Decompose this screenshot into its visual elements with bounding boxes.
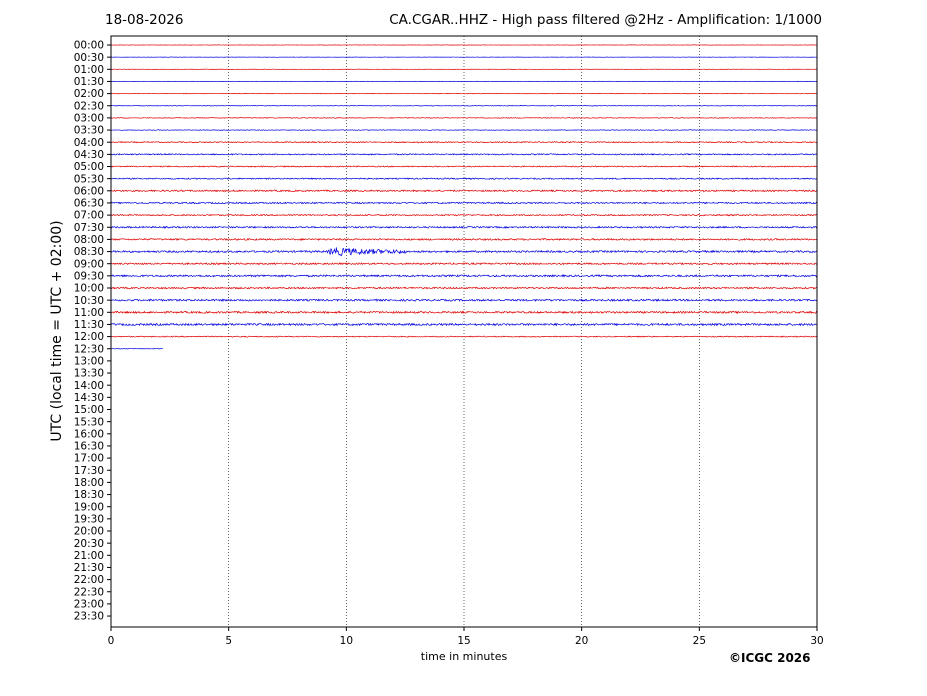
- y-tick-label: 14:00: [74, 380, 104, 392]
- y-tick-label: 04:00: [74, 137, 104, 149]
- y-tick-label: 03:30: [74, 125, 104, 137]
- trace-row-0700: [110, 213, 818, 217]
- y-tick-label: 08:00: [74, 234, 104, 246]
- y-tick-label: 22:30: [74, 586, 104, 598]
- y-tick-label: 09:30: [74, 270, 104, 282]
- y-tick-label: 11:30: [74, 319, 104, 331]
- y-tick-label: 14:30: [74, 392, 104, 404]
- y-tick-label: 06:30: [74, 198, 104, 210]
- y-tick-label: 01:30: [74, 76, 104, 88]
- trace-row-0200: [110, 92, 817, 95]
- trace-row-0430: [110, 153, 818, 156]
- y-tick-label: 15:00: [74, 404, 104, 416]
- trace-row-0600: [110, 189, 818, 193]
- seismogram-chart: 0 5 10 15 20 25 30 00:0000:3001:0001:3002:0002:…: [74, 35, 824, 647]
- trace-row-0730: [110, 225, 818, 229]
- x-tick-label: 10: [340, 635, 353, 647]
- y-tick-label: 03:00: [74, 113, 104, 125]
- y-tick-label: 19:00: [74, 501, 104, 513]
- y-tick-label: 12:30: [74, 343, 104, 355]
- y-tick-label: 10:30: [74, 295, 104, 307]
- trace-row-0830: [110, 247, 818, 257]
- y-tick-label: 05:00: [74, 161, 104, 173]
- y-tick-label: 20:30: [74, 538, 104, 550]
- trace-row-0400: [110, 140, 818, 144]
- trace-row-0630: [110, 201, 818, 205]
- y-tick-label: 18:30: [74, 489, 104, 501]
- trace-row-0530: [110, 177, 818, 180]
- y-tick-label: 11:00: [74, 307, 104, 319]
- y-tick-label: 15:30: [74, 416, 104, 428]
- grid-layer: [228, 36, 700, 627]
- y-tick-label: 09:00: [74, 258, 104, 270]
- y-tick-label: 20:00: [74, 526, 104, 538]
- x-tick-label: 5: [225, 635, 232, 647]
- y-tick-label: 23:30: [74, 611, 104, 623]
- trace-row-0300: [110, 117, 818, 119]
- y-tick-label: 17:00: [74, 453, 104, 465]
- y-tick-label: 08:30: [74, 246, 104, 258]
- y-tick-label: 23:00: [74, 599, 104, 611]
- plot-frame: [110, 35, 818, 628]
- y-tick-label: 21:00: [74, 550, 104, 562]
- y-tick-label: 21:30: [74, 562, 104, 574]
- y-tick-label: 01:00: [74, 64, 104, 76]
- axis-layer: 0 5 10 15 20 25 30 00:0000:3001:0001:3002:0002:…: [74, 40, 824, 647]
- x-tick-label: 25: [693, 635, 706, 647]
- y-tick-label: 04:30: [74, 149, 104, 161]
- y-tick-label: 22:00: [74, 574, 104, 586]
- trace-row-0800: [110, 237, 818, 242]
- trace-row-0230: [110, 105, 818, 107]
- y-tick-label: 02:00: [74, 88, 104, 100]
- trace-row-1130: [110, 322, 818, 327]
- y-tick-label: 16:30: [74, 441, 104, 453]
- y-tick-label: 07:00: [74, 210, 104, 222]
- y-tick-label: 16:00: [74, 428, 104, 440]
- x-tick-label: 0: [108, 635, 115, 647]
- y-tick-label: 10:00: [74, 283, 104, 295]
- y-tick-label: 02:30: [74, 100, 104, 112]
- y-tick-label: 13:00: [74, 356, 104, 368]
- trace-row-0500: [110, 165, 818, 168]
- y-tick-label: 06:00: [74, 185, 104, 197]
- x-tick-label: 30: [810, 635, 823, 647]
- x-tick-label: 15: [457, 635, 470, 647]
- y-tick-label: 00:00: [74, 40, 104, 52]
- trace-row-1230: [110, 348, 163, 350]
- y-tick-label: 12:00: [74, 331, 104, 343]
- x-tick-label: 20: [575, 635, 588, 647]
- y-tick-label: 05:30: [74, 173, 104, 185]
- y-tick-label: 00:30: [74, 52, 104, 64]
- y-tick-label: 17:30: [74, 465, 104, 477]
- y-tick-label: 19:30: [74, 513, 104, 525]
- y-tick-label: 13:30: [74, 368, 104, 380]
- y-tick-label: 18:00: [74, 477, 104, 489]
- trace-row-0330: [110, 129, 818, 131]
- y-tick-label: 07:30: [74, 222, 104, 234]
